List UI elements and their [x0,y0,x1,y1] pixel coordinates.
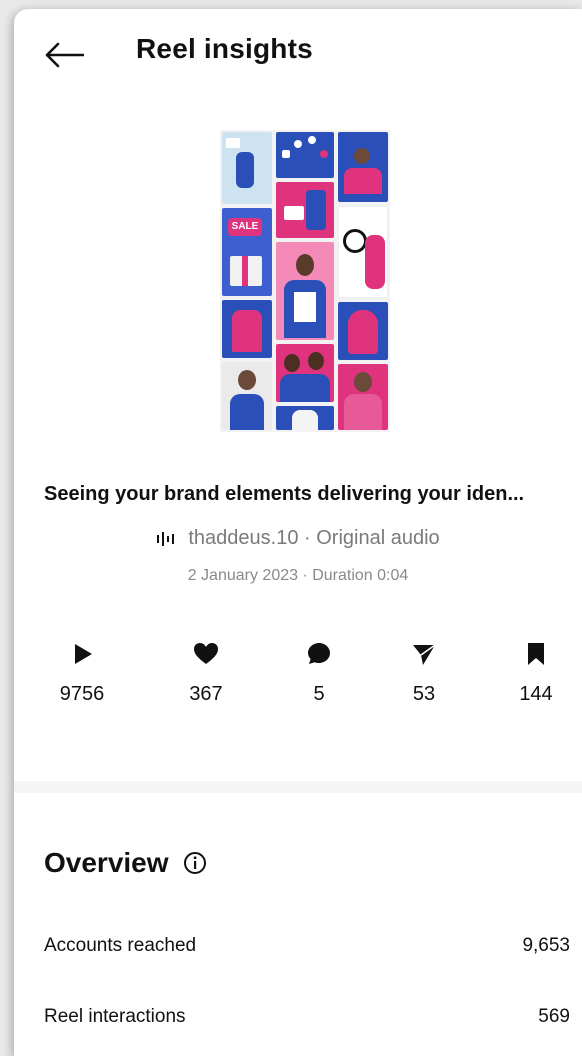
thumbnail-tile [276,344,334,402]
page-title: Reel insights [136,33,313,64]
overview-title: Overview [44,847,169,878]
audio-waveform-icon [157,531,175,546]
stat-comments: 5 [269,639,369,706]
audio-label: thaddeus.10 · Original audio [188,527,440,549]
row-value: 569 [538,1006,570,1027]
stat-saves: 144 [486,639,582,706]
bookmark-icon [528,643,544,665]
thumbnail-tile [276,182,334,238]
thumbnail-tile [222,132,272,204]
stat-saves-value: 144 [519,683,553,705]
thumbnail-tile [222,300,272,358]
thumbnail-tile-social [276,132,334,178]
thumbnail-tile [222,362,272,430]
header: Reel insights [14,9,582,89]
reel-thumbnail[interactable]: SALE [220,130,390,432]
stat-likes: 367 [156,639,256,706]
arrow-left-icon [45,42,84,68]
stat-shares: 53 [374,639,474,706]
back-button[interactable] [42,37,86,73]
thumbnail-tile [338,302,388,360]
phone-screen: Reel insights SALE Seeing your brand ele… [14,9,582,1056]
stat-likes-value: 367 [189,683,223,705]
play-icon [75,644,92,664]
reel-date-duration: 2 January 2023 · Duration 0:04 [187,567,409,584]
share-icon [413,644,436,665]
thumbnail-tile [338,206,388,298]
stat-comments-value: 5 [313,683,325,705]
info-icon[interactable] [183,851,207,875]
reel-caption: Seeing your brand elements delivering yo… [44,483,525,505]
row-label: Reel interactions [44,1006,186,1027]
sale-badge: SALE [228,218,262,236]
overview-heading: Overview [44,847,207,879]
comment-icon [308,643,330,664]
thumbnail-tile [276,242,334,340]
thumbnail-tile-sale: SALE [222,208,272,296]
thumbnail-tile [338,132,388,202]
row-value: 9,653 [522,935,570,956]
heart-icon [194,643,218,664]
stat-shares-value: 53 [412,683,436,705]
thumbnail-tile [276,406,334,430]
thumbnail-tile [338,364,388,430]
stat-plays-value: 9756 [59,683,105,705]
stats-row: 9756 367 5 53 144 [14,639,582,719]
row-label: Accounts reached [44,935,197,956]
stat-plays: 9756 [32,639,132,706]
section-divider [14,781,582,793]
audio-attribution[interactable]: thaddeus.10 · Original audio [14,527,582,550]
